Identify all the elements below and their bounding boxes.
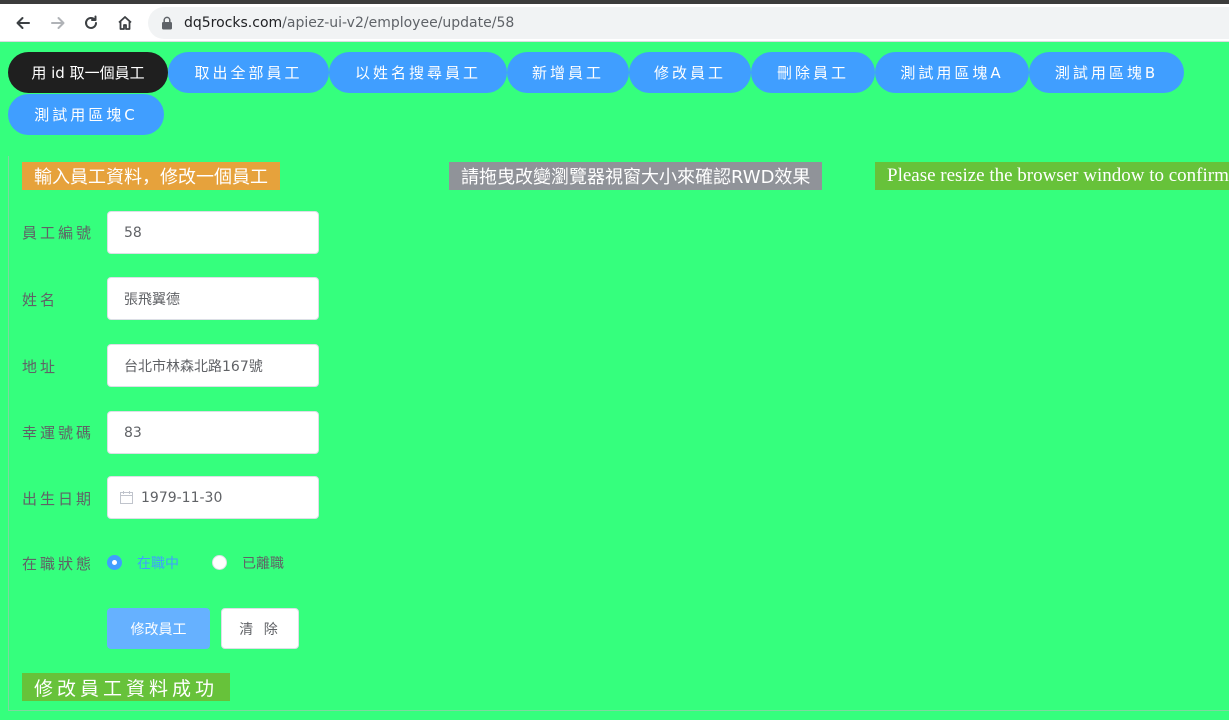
- birthday-date-picker[interactable]: 1979-11-30: [107, 476, 319, 519]
- lock-icon: [161, 16, 173, 35]
- update-employee-button[interactable]: 修改員工: [107, 608, 210, 649]
- status-option-employed-label[interactable]: 在職中: [137, 553, 179, 573]
- reload-icon[interactable]: [78, 10, 104, 36]
- nav-search-by-name[interactable]: 以姓名搜尋員工: [329, 52, 507, 93]
- nav-test-block-b[interactable]: 測試用區塊B: [1029, 52, 1184, 93]
- url-path: /apiez-ui-v2/employee/update/58: [282, 15, 515, 31]
- lucky-number-input[interactable]: 83: [107, 411, 319, 454]
- nav-get-all-employees[interactable]: 取出全部員工: [168, 52, 329, 93]
- nav-delete-employee[interactable]: 刪除員工: [751, 52, 875, 93]
- url-text: dq5rocks.com/apiez-ui-v2/employee/update…: [184, 15, 514, 31]
- success-message-badge: 修改員工資料成功: [22, 673, 231, 701]
- browser-toolbar: dq5rocks.com/apiez-ui-v2/employee/update…: [0, 4, 1229, 42]
- rwd-hint-en-badge: Please resize the browser window to conf…: [875, 162, 1229, 190]
- calendar-icon: [120, 491, 133, 504]
- rwd-hint-zh-badge: 請拖曳改變瀏覽器視窗大小來確認RWD效果: [449, 162, 823, 190]
- form-title-badge: 輸入員工資料，修改一個員工: [22, 162, 280, 190]
- employee-id-label: 員工編號: [22, 224, 95, 242]
- birthday-label: 出生日期: [22, 490, 95, 508]
- status-radio-resigned[interactable]: [212, 555, 227, 570]
- address-bar[interactable]: dq5rocks.com/apiez-ui-v2/employee/update…: [148, 7, 1229, 39]
- nav-test-block-a[interactable]: 測試用區塊A: [875, 52, 1029, 93]
- nav-get-employee-by-id[interactable]: 用 id 取一個員工: [8, 52, 168, 93]
- birthday-value: 1979-11-30: [141, 489, 223, 506]
- employee-id-input[interactable]: 58: [107, 211, 319, 254]
- address-label: 地址: [22, 358, 59, 376]
- status-option-resigned-label[interactable]: 已離職: [242, 553, 284, 573]
- nav-update-employee[interactable]: 修改員工: [629, 52, 751, 93]
- address-input[interactable]: 台北市林森北路167號: [107, 344, 319, 387]
- lucky-number-label: 幸運號碼: [22, 424, 95, 442]
- forward-icon[interactable]: [45, 10, 71, 36]
- back-icon[interactable]: [10, 10, 36, 36]
- status-label: 在職狀態: [22, 555, 95, 573]
- nav-add-employee[interactable]: 新增員工: [507, 52, 629, 93]
- name-label: 姓名: [22, 291, 59, 309]
- url-host: dq5rocks.com: [184, 15, 283, 31]
- name-input[interactable]: 張飛翼德: [107, 277, 319, 320]
- clear-button[interactable]: 清 除: [221, 608, 299, 649]
- nav-test-block-c[interactable]: 測試用區塊C: [8, 94, 164, 135]
- home-icon[interactable]: [112, 10, 138, 36]
- status-radio-employed[interactable]: [107, 555, 122, 570]
